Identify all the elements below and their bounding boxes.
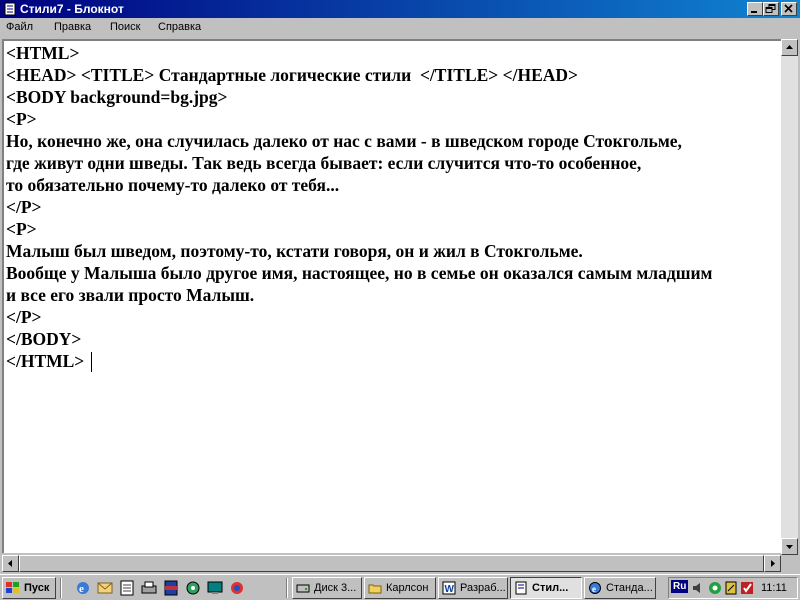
drive-icon — [296, 584, 310, 593]
tool-icon[interactable] — [723, 580, 739, 596]
network-icon[interactable] — [707, 580, 723, 596]
editor-line: </BODY> — [6, 329, 82, 349]
editor-line: то обязательно почему-то далеко от тебя.… — [6, 175, 340, 195]
editor-line: </P> — [6, 197, 42, 217]
arrow-right-icon — [771, 560, 775, 567]
arrow-left-icon — [8, 560, 12, 567]
desktop-icon[interactable] — [206, 579, 224, 597]
task-button-standa[interactable]: e Станда... — [584, 577, 656, 599]
arrow-up-icon — [786, 45, 793, 49]
language-indicator[interactable]: Ru — [671, 580, 689, 593]
antivirus-icon[interactable] — [739, 580, 755, 596]
menu-edit[interactable]: Правка — [54, 21, 91, 33]
task-button-karlson[interactable]: Карлсон — [364, 577, 436, 599]
task-label: Стил... — [532, 582, 569, 594]
outlook-express-icon[interactable] — [96, 579, 114, 597]
taskbar: Пуск e Диск 3... Карлсон W Разраб... Сти… — [0, 574, 800, 600]
close-icon — [784, 4, 793, 13]
editor-line: </P> — [6, 307, 42, 327]
scrollbar-corner — [781, 555, 798, 572]
start-button[interactable]: Пуск — [2, 577, 56, 599]
speaker-icon[interactable] — [691, 580, 707, 596]
editor-line: <P> — [6, 109, 37, 129]
vertical-scrollbar[interactable] — [781, 39, 798, 555]
editor-line: <P> — [6, 219, 37, 239]
maximize-button[interactable] — [763, 2, 779, 16]
editor-line: <HEAD> <TITLE> Стандартные логические ст… — [6, 65, 579, 85]
minimize-button[interactable] — [747, 2, 763, 16]
horizontal-scrollbar[interactable] — [2, 555, 781, 572]
editor-line: Малыш был шведом, поэтому-то, кстати гов… — [6, 241, 583, 261]
minimize-icon — [751, 11, 757, 13]
word-icon: W — [442, 581, 456, 595]
folder-icon — [368, 584, 382, 594]
notepad-app-icon[interactable] — [3, 2, 17, 16]
system-tray: Ru 11:11 — [668, 577, 798, 599]
scroll-thumb[interactable] — [19, 555, 764, 572]
client-area: <HTML> <HEAD> <TITLE> Стандартные логиче… — [0, 39, 800, 574]
text-caret — [91, 352, 92, 372]
menu-help[interactable]: Справка — [158, 21, 201, 33]
editor-line: <BODY background=bg.jpg> — [6, 87, 228, 107]
scroll-right-button[interactable] — [764, 555, 781, 572]
media-icon[interactable] — [184, 579, 202, 597]
task-label: Карлсон — [386, 582, 429, 594]
menu-search[interactable]: Поиск — [110, 21, 140, 33]
menu-bar: Файл Правка Поиск Справка — [0, 18, 800, 38]
notepad-icon[interactable] — [118, 579, 136, 597]
notepad-icon — [515, 581, 527, 595]
title-bar[interactable]: Стили7 - Блокнот — [0, 0, 800, 18]
svg-text:e: e — [79, 583, 84, 595]
scroll-up-button[interactable] — [781, 39, 798, 56]
editor-line: <HTML> — [6, 43, 80, 63]
svg-text:W: W — [445, 584, 455, 595]
windows-logo-icon — [6, 582, 19, 593]
taskbar-divider — [60, 578, 62, 598]
winrar-icon[interactable] — [162, 579, 180, 597]
start-label: Пуск — [24, 582, 50, 594]
task-label: Разраб... — [460, 582, 506, 594]
editor-line: и все его звали просто Малыш. — [6, 285, 255, 305]
task-label: Станда... — [606, 582, 653, 594]
browser-icon: e — [589, 582, 601, 594]
printer-icon[interactable] — [140, 579, 158, 597]
notepad-window: Стили7 - Блокнот Файл Правка Поиск Справ… — [0, 0, 800, 574]
window-title: Стили7 - Блокнот — [20, 2, 124, 16]
editor-line: Но, конечно же, она случилась далеко от … — [6, 131, 682, 151]
editor-line: Вообще у Малыша было другое имя, настоящ… — [6, 263, 713, 283]
arrow-down-icon — [786, 545, 793, 549]
editor-line: где живут одни шведы. Так ведь всегда бы… — [6, 153, 642, 173]
svg-text:e: e — [592, 584, 596, 594]
scroll-down-button[interactable] — [781, 538, 798, 555]
task-button-disk[interactable]: Диск 3... — [292, 577, 362, 599]
internet-explorer-icon[interactable]: e — [74, 579, 92, 597]
scroll-left-button[interactable] — [2, 555, 19, 572]
task-button-razrab[interactable]: W Разраб... — [438, 577, 508, 599]
taskbar-divider — [286, 578, 288, 598]
text-editor[interactable]: <HTML> <HEAD> <TITLE> Стандартные логиче… — [2, 39, 781, 553]
clock[interactable]: 11:11 — [761, 582, 787, 594]
menu-file[interactable]: Файл — [6, 21, 33, 33]
channels-icon[interactable] — [228, 579, 246, 597]
editor-line-last: </HTML> — [6, 351, 85, 371]
restore-icon — [765, 4, 776, 13]
close-button[interactable] — [781, 2, 797, 16]
task-button-stili[interactable]: Стил... — [510, 577, 582, 599]
task-label: Диск 3... — [314, 582, 357, 594]
